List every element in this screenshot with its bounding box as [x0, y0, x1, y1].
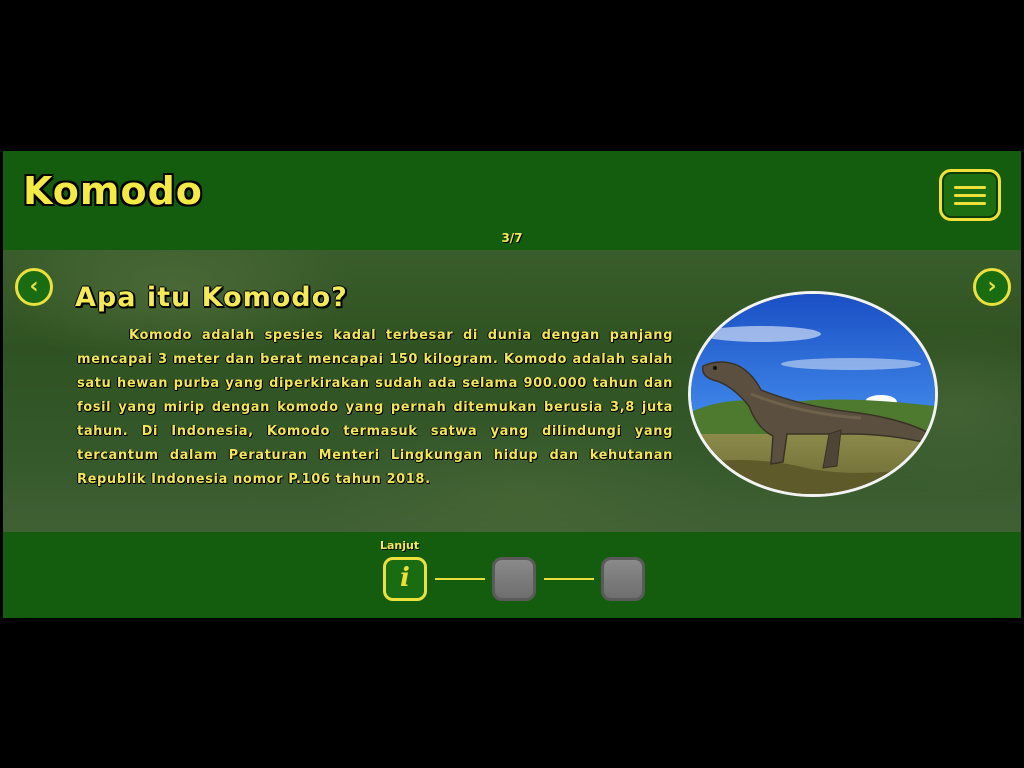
app-title: Komodo	[23, 169, 203, 213]
hamburger-menu-icon-line	[954, 202, 986, 205]
chevron-left-icon: ‹	[29, 274, 39, 299]
content-panel: Apa itu Komodo? Komodo adalah spesies ka…	[3, 250, 1021, 532]
page-indicator: 3/7	[501, 231, 523, 245]
step-connector	[435, 578, 485, 580]
app-frame: Komodo 3/7 Apa itu Komodo? Komodo adalah…	[3, 151, 1021, 618]
content-heading: Apa itu Komodo?	[75, 282, 348, 313]
previous-page-button[interactable]: ‹	[15, 268, 53, 306]
step-connector	[544, 578, 594, 580]
komodo-illustration	[691, 294, 935, 494]
continue-label: Lanjut	[380, 539, 420, 552]
content-paragraph: Komodo adalah spesies kadal terbesar di …	[77, 328, 673, 487]
menu-button[interactable]	[939, 169, 1001, 221]
next-page-button[interactable]: ›	[973, 268, 1011, 306]
info-icon: i	[400, 563, 410, 593]
hamburger-menu-icon	[954, 186, 986, 189]
step-locked-button[interactable]	[601, 557, 645, 601]
step-locked-button[interactable]	[492, 557, 536, 601]
step-info-button[interactable]: i	[383, 557, 427, 601]
chevron-right-icon: ›	[987, 274, 997, 299]
komodo-dragon-photo	[688, 291, 938, 497]
hamburger-menu-icon-line	[954, 194, 986, 197]
